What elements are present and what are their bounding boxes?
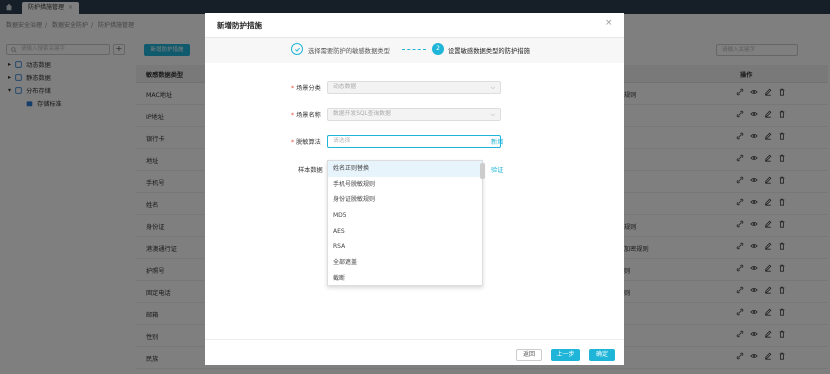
- confirm-button[interactable]: 确定: [589, 349, 615, 361]
- add-measure-dialog: 新增防护措施 × 选择需要防护的敏感数据类型 2 设置敏感数据类型的防护措施 *…: [205, 13, 624, 365]
- step-2-label: 设置敏感数据类型的防护措施: [448, 48, 530, 55]
- dropdown-option[interactable]: 全部遮盖: [328, 255, 482, 271]
- verify-link[interactable]: 验证: [491, 165, 503, 174]
- scene-category-value: 动态数据: [333, 84, 357, 90]
- algorithm-dropdown: 姓名正则替换 手机号脱敏规则 身份证脱敏规则 MD5 AES RSA 全部遮盖 …: [327, 160, 485, 287]
- close-icon[interactable]: ×: [605, 18, 613, 28]
- chevron-down-icon: ⌵: [490, 85, 495, 91]
- dialog-footer: 返回 上一步 确定: [205, 339, 624, 365]
- dropdown-scrollbar[interactable]: [480, 163, 485, 179]
- scene-category-label: * 场景分类: [291, 85, 321, 92]
- masking-algorithm-label: * 脱敏算法: [291, 139, 321, 146]
- dropdown-option[interactable]: MD5: [328, 208, 482, 224]
- check-icon: [291, 43, 303, 55]
- scene-category-select[interactable]: 动态数据 ⌵: [327, 81, 501, 94]
- back-button[interactable]: 返回: [516, 349, 542, 361]
- step-1-label: 选择需要防护的敏感数据类型: [308, 48, 390, 55]
- dropdown-option[interactable]: 身份证脱敏规则: [328, 192, 482, 208]
- dropdown-option[interactable]: AES: [328, 224, 482, 240]
- step-indicator: 选择需要防护的敏感数据类型 2 设置敏感数据类型的防护措施: [205, 38, 624, 63]
- add-algorithm-link[interactable]: 新增: [491, 137, 503, 146]
- scene-name-select[interactable]: 数据开发SQL查询数据 ⌵: [327, 108, 501, 121]
- dropdown-option[interactable]: 截断: [328, 271, 482, 287]
- dropdown-option[interactable]: 手机号脱敏规则: [328, 177, 482, 193]
- step-connector: [402, 49, 426, 50]
- scene-name-label: * 场景名称: [291, 112, 321, 119]
- scene-name-value: 数据开发SQL查询数据: [333, 111, 391, 117]
- masking-algorithm-select[interactable]: 请选择 ⌃: [327, 135, 501, 148]
- masking-algorithm-placeholder: 请选择: [333, 138, 351, 144]
- dropdown-option[interactable]: 姓名正则替换: [328, 161, 482, 177]
- dialog-title: 新增防护措施: [217, 21, 262, 30]
- sample-data-label: 样本数据: [298, 167, 323, 174]
- step-2-number: 2: [432, 43, 444, 55]
- dropdown-option[interactable]: RSA: [328, 239, 482, 255]
- previous-step-button[interactable]: 上一步: [551, 349, 580, 361]
- chevron-down-icon: ⌵: [490, 112, 495, 118]
